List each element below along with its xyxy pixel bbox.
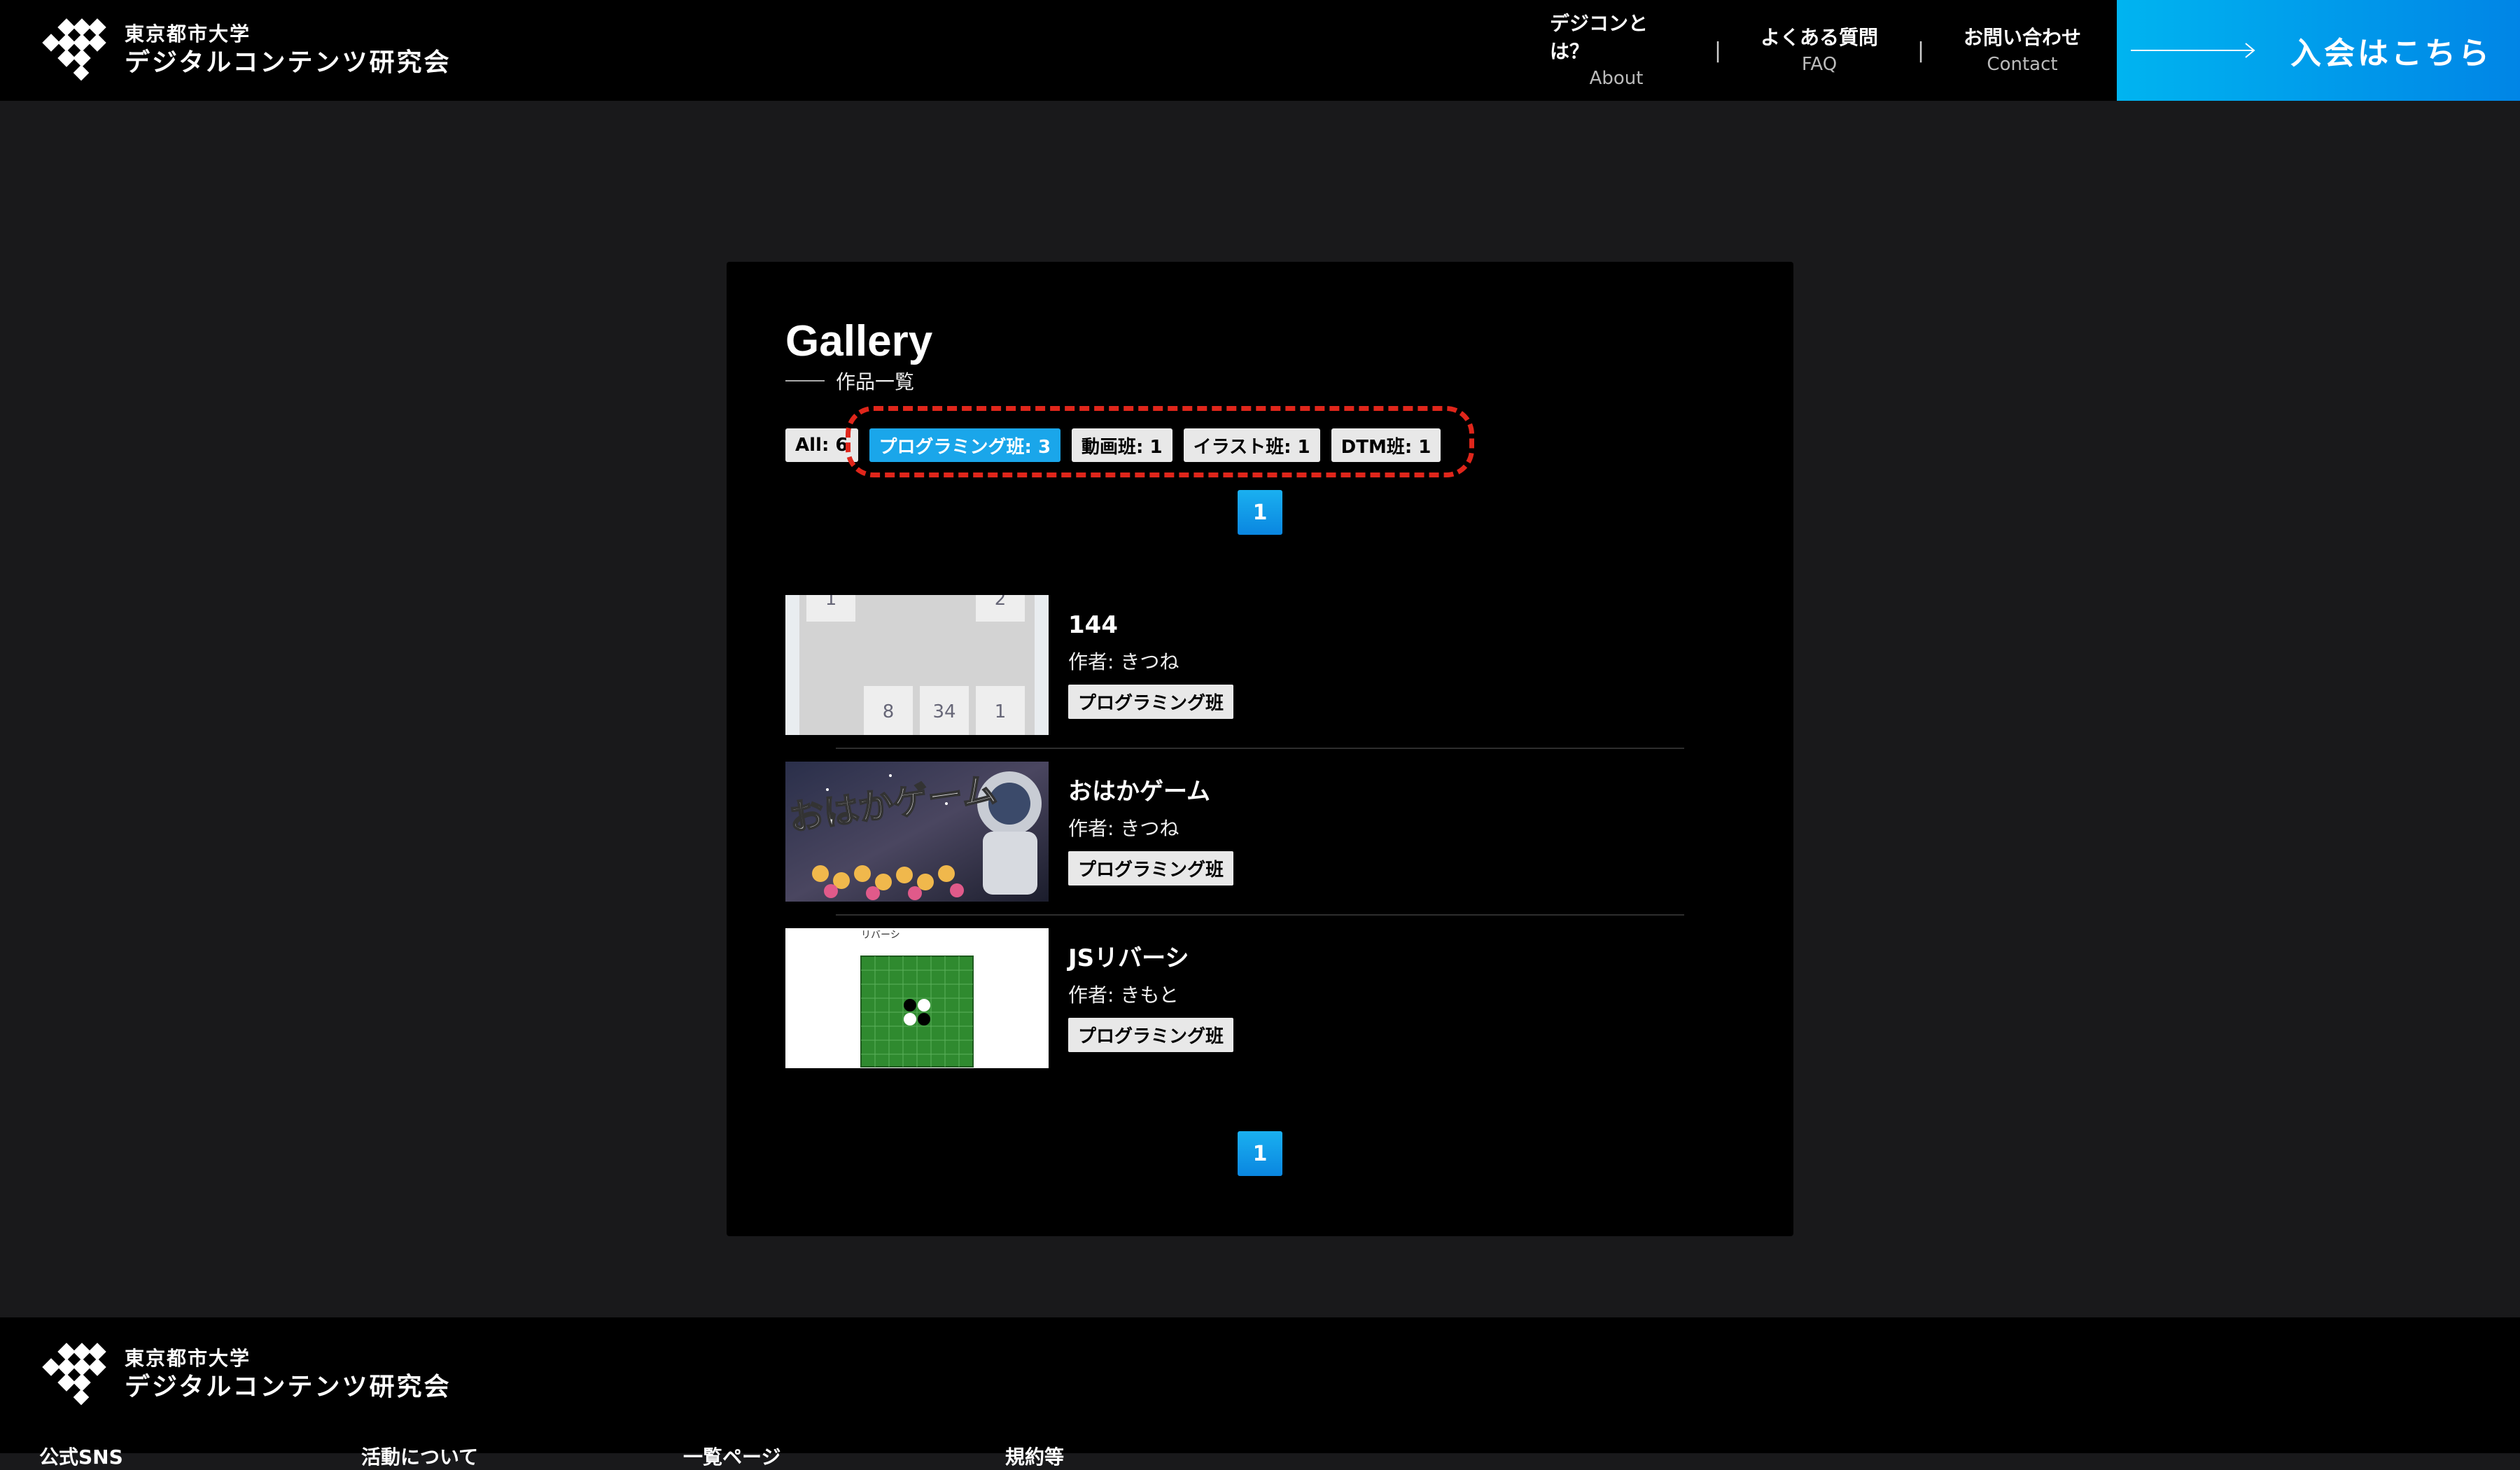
item-category-tag[interactable]: プログラミング班	[1068, 685, 1234, 719]
pagination-bottom-page[interactable]: 1	[1238, 1131, 1282, 1176]
tile-label: 1	[995, 701, 1007, 722]
footer-link-sns[interactable]: 公式SNS	[39, 1442, 361, 1470]
logo-mark-icon	[42, 1343, 106, 1406]
nav-contact-label: お問い合わせ	[1963, 26, 2081, 49]
nav-about-sub: About	[1589, 68, 1644, 89]
nav-separator: |	[1714, 38, 1722, 63]
footer-links: 公式SNS 活動について 一覧ページ 規約等	[39, 1442, 1327, 1470]
footer-link-list[interactable]: 一覧ページ	[683, 1442, 1005, 1470]
nav-separator: |	[1917, 38, 1925, 63]
item-category-tag[interactable]: プログラミング班	[1068, 1018, 1234, 1052]
nav-about-label: デジコンとは？	[1550, 12, 1648, 63]
join-button-label: 入会はこちら	[2290, 36, 2492, 71]
tile-label: 1	[825, 595, 837, 610]
item-title[interactable]: おはかゲーム	[1068, 774, 1233, 809]
arrow-right-icon	[2131, 43, 2255, 58]
highlight-annotation	[846, 406, 1474, 477]
logo-club-name: デジタルコンテンツ研究会	[125, 48, 451, 77]
gallery-item[interactable]: リバーシ JSリバーシ 作者: きもと プログラミング班	[785, 928, 1684, 1068]
nav-contact[interactable]: お問い合わせ Contact	[1956, 24, 2089, 77]
item-author: 作者: きつね	[1068, 817, 1180, 840]
item-category-tag[interactable]: プログラミング班	[1068, 851, 1234, 886]
main-nav: デジコンとは？ About | よくある質問 FAQ | お問い合わせ Cont…	[1550, 0, 2089, 101]
subtitle-rule	[785, 380, 825, 382]
item-author: 作者: きもと	[1068, 983, 1179, 1007]
ohaka-game-thumbnail: おはかゲーム	[785, 762, 1049, 902]
item-title[interactable]: 144	[1068, 608, 1233, 643]
item-author: 作者: きつね	[1068, 650, 1180, 673]
site-footer: 東京都市大学 デジタルコンテンツ研究会 公式SNS 活動について 一覧ページ 規…	[0, 1317, 2520, 1469]
join-button[interactable]: 入会はこちら	[2117, 0, 2520, 101]
site-header: 東京都市大学 デジタルコンテンツ研究会 デジコンとは？ About | よくある…	[0, 0, 2520, 101]
item-divider	[836, 748, 1684, 749]
gallery-list: 1 2 8 34 1 144 作者: きつね プログラミング班 おはかゲーム お…	[785, 595, 1684, 1095]
logo-club-name: デジタルコンテンツ研究会	[125, 1373, 451, 1401]
item-divider	[836, 914, 1684, 916]
page-subtitle: 作品一覧	[785, 367, 914, 395]
footer-logo[interactable]: 東京都市大学 デジタルコンテンツ研究会	[39, 1343, 451, 1407]
gallery-item[interactable]: おはかゲーム おはかゲーム 作者: きつね プログラミング班	[785, 762, 1684, 916]
nav-faq[interactable]: よくある質問 FAQ	[1753, 24, 1886, 77]
tile-label: 8	[883, 701, 895, 722]
item-thumbnail[interactable]: リバーシ	[785, 928, 1049, 1068]
nav-faq-sub: FAQ	[1801, 54, 1837, 75]
page-title: Gallery	[785, 317, 933, 365]
pagination-top-page[interactable]: 1	[1238, 490, 1282, 535]
tile-label: 34	[932, 701, 955, 722]
game-2048-thumbnail: 1 2 8 34 1	[785, 595, 1049, 735]
gallery-card: Gallery 作品一覧 All: 6 プログラミング班: 3 動画班: 1 イ…	[727, 262, 1793, 1236]
thumbnail-title-text: リバーシ	[861, 930, 900, 941]
nav-about[interactable]: デジコンとは？ About	[1550, 10, 1683, 91]
footer-link-terms[interactable]: 規約等	[1005, 1442, 1327, 1470]
nav-contact-sub: Contact	[1987, 54, 2058, 75]
reversi-thumbnail: リバーシ	[785, 928, 1049, 1068]
logo-university: 東京都市大学	[125, 1347, 251, 1370]
item-title[interactable]: JSリバーシ	[1068, 941, 1233, 976]
item-thumbnail[interactable]: 1 2 8 34 1	[785, 595, 1049, 735]
logo-university: 東京都市大学	[125, 22, 251, 46]
nav-faq-label: よくある質問	[1760, 26, 1878, 49]
tile-label: 2	[995, 595, 1007, 610]
item-thumbnail[interactable]: おはかゲーム	[785, 762, 1049, 902]
gallery-item[interactable]: 1 2 8 34 1 144 作者: きつね プログラミング班	[785, 595, 1684, 749]
footer-link-activities[interactable]: 活動について	[361, 1442, 683, 1470]
page-subtitle-text: 作品一覧	[836, 370, 915, 393]
site-logo[interactable]: 東京都市大学 デジタルコンテンツ研究会	[39, 18, 451, 83]
logo-mark-icon	[42, 18, 106, 81]
